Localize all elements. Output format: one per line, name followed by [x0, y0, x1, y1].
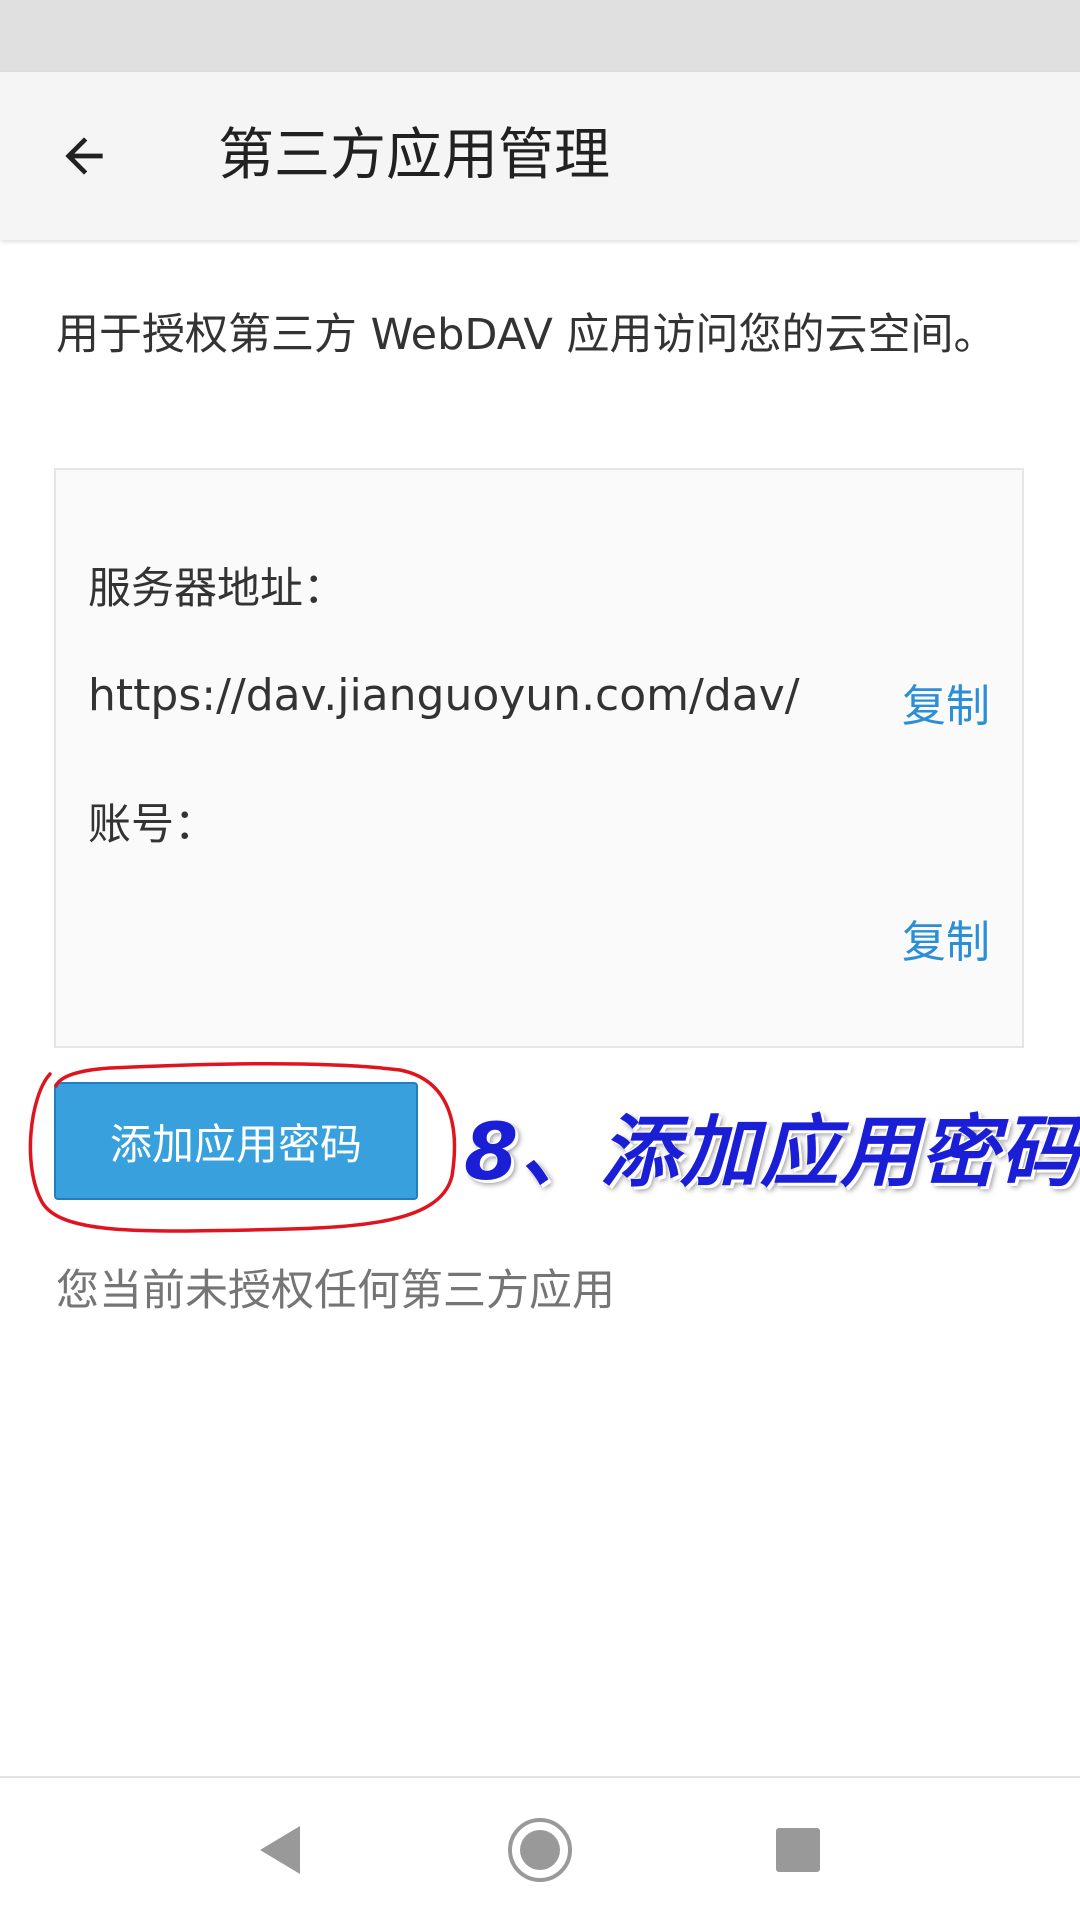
- empty-state-message: 您当前未授权任何第三方应用: [56, 1266, 615, 1316]
- back-button[interactable]: [40, 112, 128, 200]
- triangle-back-icon: [260, 1826, 300, 1874]
- page-title: 第三方应用管理: [218, 123, 610, 188]
- step-annotation-text: 8、添加应用密码: [464, 1108, 1080, 1198]
- copy-account-button[interactable]: 复制: [902, 906, 990, 970]
- arrow-left-icon: [65, 137, 103, 175]
- server-address-label: 服务器地址：: [88, 564, 346, 614]
- status-bar: [0, 0, 1080, 72]
- nav-home-button[interactable]: [488, 1798, 592, 1902]
- nav-back-button[interactable]: [228, 1798, 332, 1902]
- app-bar: 第三方应用管理: [0, 72, 1080, 240]
- account-label: 账号：: [88, 800, 217, 850]
- square-recents-icon: [776, 1828, 820, 1872]
- server-info-card: 服务器地址： https://dav.jianguoyun.com/dav/ 复…: [54, 468, 1024, 1048]
- system-navigation-bar: [0, 1776, 1080, 1920]
- description-text: 用于授权第三方 WebDAV 应用访问您的云空间。: [56, 310, 997, 360]
- copy-server-url-button[interactable]: 复制: [902, 670, 990, 734]
- nav-recents-button[interactable]: [746, 1798, 850, 1902]
- add-app-password-button[interactable]: 添加应用密码: [54, 1082, 418, 1200]
- server-url-value: https://dav.jianguoyun.com/dav/: [88, 670, 800, 721]
- screen: 第三方应用管理 用于授权第三方 WebDAV 应用访问您的云空间。 服务器地址：…: [0, 0, 1080, 1920]
- circle-home-icon: [508, 1818, 572, 1882]
